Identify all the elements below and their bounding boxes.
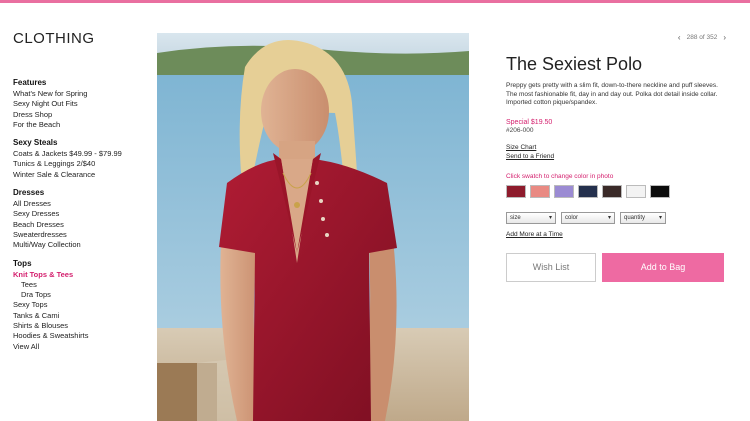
category-title: CLOTHING xyxy=(13,30,95,47)
product-description: Preppy gets pretty with a slim fit, down… xyxy=(506,82,718,107)
sidebar-nav-link[interactable]: Beach Dresses xyxy=(13,220,153,230)
nav-section: Sexy Steals Coats & Jackets $49.99 - $79.… xyxy=(13,137,153,180)
action-buttons: Wish List Add to Bag xyxy=(506,252,726,282)
nav-section: Tops Knit Tops & Tees Tees Dra Tops Sexy Top… xyxy=(13,258,153,352)
color-swatch[interactable] xyxy=(650,184,670,198)
send-to-friend-link[interactable]: Send to a Friend xyxy=(506,152,726,161)
color-select[interactable]: color ▾ xyxy=(561,211,615,224)
sidebar-nav-link[interactable]: Dra Tops xyxy=(13,290,153,300)
category-nav: Features What's New for Spring Sexy Night … xyxy=(13,77,153,352)
color-swatch[interactable] xyxy=(602,184,622,198)
nav-section-title: Sexy Steals xyxy=(13,138,58,148)
sidebar-nav-link[interactable]: Multi/Way Collection xyxy=(13,240,153,250)
wish-list-button[interactable]: Wish List xyxy=(506,252,596,282)
sidebar-nav-link[interactable]: Coats & Jackets $49.99 - $79.99 xyxy=(13,149,153,159)
product-price: Special $19.50 xyxy=(506,118,553,126)
chevron-down-icon: ▾ xyxy=(548,215,552,222)
color-select-value: color xyxy=(565,214,579,221)
sidebar-nav-link[interactable]: Sweaterdresses xyxy=(13,230,153,240)
sidebar-nav-link[interactable]: Dress Shop xyxy=(13,110,153,120)
sidebar-nav-link[interactable]: All Dresses xyxy=(13,199,153,209)
category-sidebar: CLOTHING Features What's New for Spring Se… xyxy=(13,30,153,359)
chevron-down-icon: ▾ xyxy=(607,215,611,222)
color-swatch[interactable] xyxy=(578,184,598,198)
size-select-value: size xyxy=(510,214,521,221)
add-to-bag-button[interactable]: Add to Bag xyxy=(602,252,724,282)
sidebar-nav-link[interactable]: Tunics & Leggings 2/$40 xyxy=(13,159,153,169)
quantity-select[interactable]: quantity ▾ xyxy=(620,211,666,224)
swatch-hint: Click swatch to change color in photo xyxy=(506,172,614,180)
chevron-down-icon: ▾ xyxy=(658,215,662,222)
option-selects: size ▾ color ▾ quantity ▾ xyxy=(506,211,726,224)
sidebar-nav-link[interactable]: Hoodies & Sweatshirts xyxy=(13,331,153,341)
sidebar-nav-link[interactable]: Sexy Dresses xyxy=(13,209,153,219)
color-swatch[interactable] xyxy=(530,184,550,198)
sidebar-nav-link[interactable]: Tees xyxy=(13,280,153,290)
size-chart-link[interactable]: Size Chart xyxy=(506,143,726,152)
product-photo xyxy=(157,33,469,421)
nav-section-title: Dresses xyxy=(13,188,45,198)
top-accent-bar xyxy=(0,0,750,3)
sidebar-nav-link[interactable]: Winter Sale & Clearance xyxy=(13,170,153,180)
size-select[interactable]: size ▾ xyxy=(506,211,556,224)
sidebar-nav-link[interactable]: Sexy Night Out Fits xyxy=(13,99,153,109)
product-title: The Sexiest Polo xyxy=(506,54,643,74)
color-swatch[interactable] xyxy=(554,184,574,198)
color-swatch[interactable] xyxy=(506,184,526,198)
sidebar-nav-link[interactable]: Shirts & Blouses xyxy=(13,321,153,331)
product-sku: #206-000 xyxy=(506,126,534,134)
nav-section-title: Tops xyxy=(13,258,32,268)
sidebar-nav-link[interactable]: Sexy Tops xyxy=(13,300,153,310)
nav-section: Features What's New for Spring Sexy Night … xyxy=(13,77,153,130)
color-swatch[interactable] xyxy=(626,184,646,198)
sidebar-nav-link[interactable]: What's New for Spring xyxy=(13,89,153,99)
quantity-select-value: quantity xyxy=(624,214,646,221)
add-more-link[interactable]: Add More at a Time xyxy=(506,231,726,238)
sidebar-nav-link[interactable]: Tanks & Cami xyxy=(13,311,153,321)
nav-section-title: Features xyxy=(13,78,47,87)
nav-section: Dresses All Dresses Sexy Dresses Beach Dres… xyxy=(13,187,153,250)
product-details: The Sexiest Polo Preppy gets pretty with… xyxy=(506,30,726,282)
sidebar-nav-link[interactable]: View All xyxy=(13,342,153,352)
model-photo-illustration xyxy=(157,33,469,421)
sidebar-nav-link[interactable]: For the Beach xyxy=(13,120,153,130)
sidebar-nav-link[interactable]: Knit Tops & Tees xyxy=(13,270,153,280)
color-swatches xyxy=(506,184,726,198)
